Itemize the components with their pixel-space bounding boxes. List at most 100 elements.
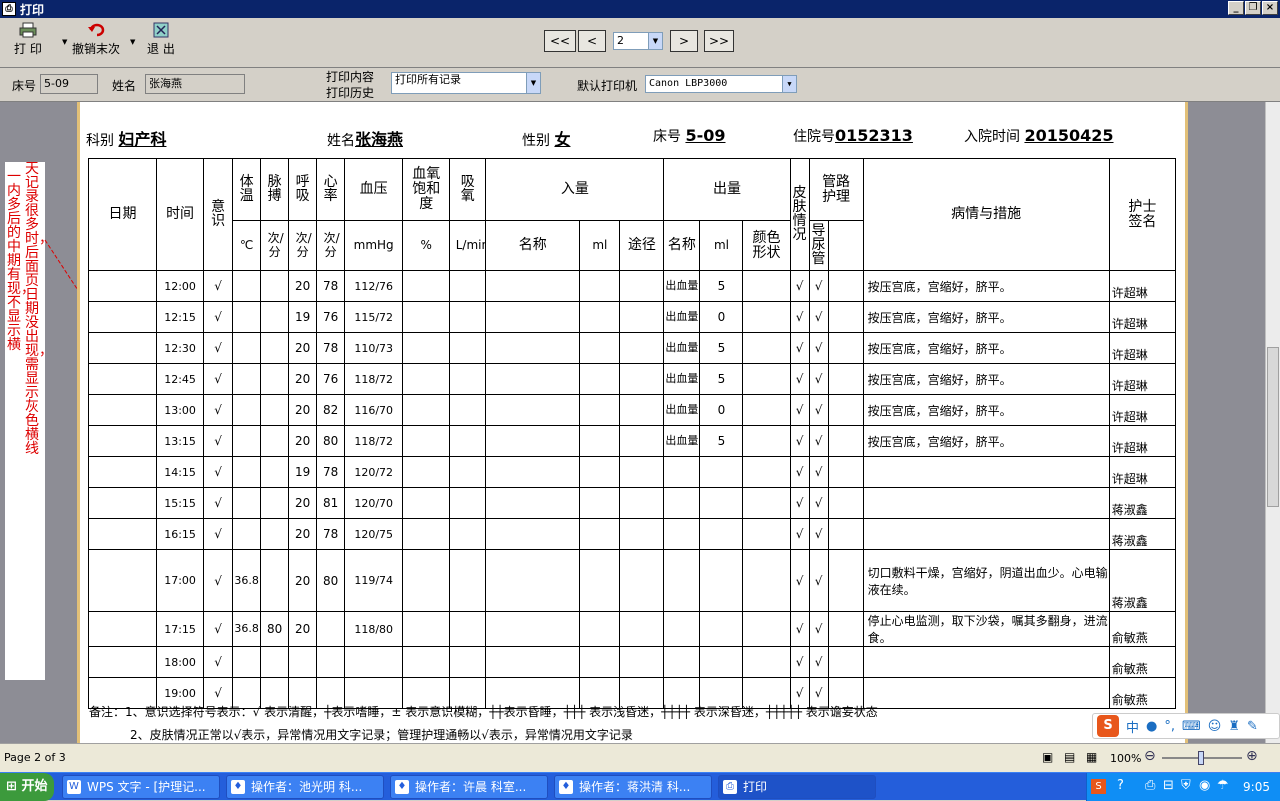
cell-hr: 78 <box>316 332 346 364</box>
cell-hr: 78 <box>316 270 346 302</box>
first-page-button[interactable]: << <box>544 30 576 52</box>
task-wps[interactable]: W WPS 文字 - [护理记... <box>62 775 220 799</box>
sex-value: 女 <box>554 130 571 149</box>
skin-icon[interactable]: ♜ <box>1228 719 1240 734</box>
next-page-button[interactable]: > <box>670 30 698 52</box>
name-field[interactable]: 张海燕 <box>145 74 245 94</box>
cell-catheter: √ <box>808 332 829 364</box>
cell-intake-route <box>619 518 665 550</box>
user-icon[interactable]: ☺ <box>1208 719 1222 734</box>
cell-output-ml: 0 <box>699 301 744 333</box>
task-operator-2[interactable]: ♦ 操作者：许晨 科室... <box>390 775 548 799</box>
cell-bp: 120/70 <box>344 487 404 519</box>
cell-output-color <box>742 646 791 678</box>
bed-field[interactable]: 5-09 <box>40 74 98 94</box>
footnote-1: 备注：1、意识选择符号表示：√ 表示清醒，┼表示嗜睡，± 表示意识模糊，┼┼表示… <box>89 705 878 719</box>
shield-icon[interactable]: ⛨ <box>1181 778 1191 793</box>
sogou-logo-icon[interactable]: S <box>1097 715 1119 737</box>
cell-intake-ml <box>579 394 621 426</box>
col-spo2: 血氧饱和度 <box>402 158 451 221</box>
ime-toolbar[interactable]: S 中 ● °, ⌨ ☺ ♜ ✎ <box>1092 713 1280 739</box>
col-temp: 体温 <box>232 158 262 221</box>
cell-o2 <box>449 518 487 550</box>
cell-blank <box>827 646 864 678</box>
admit-time-label: 入院时间 <box>964 129 1020 145</box>
cell-time: 12:45 <box>156 363 205 395</box>
prev-page-button[interactable]: < <box>578 30 606 52</box>
cell-resp: 20 <box>288 611 318 647</box>
table-row: 14:15 √ 19 78 120/72 √ √ 许超琳 <box>87 456 1177 488</box>
annotation-text-secondary: 一内多后的中期有现，不显示横 <box>7 169 35 353</box>
keyboard-icon[interactable]: ⌨ <box>1182 719 1201 734</box>
punctuation-icon[interactable]: °, <box>1164 719 1175 734</box>
print-button[interactable]: 打 印 <box>14 22 42 57</box>
multi-page-icon[interactable]: ▦ <box>1086 750 1097 764</box>
printer-select[interactable]: Canon LBP3000 ▼ <box>645 75 797 93</box>
chevron-down-icon[interactable]: ▼ <box>648 33 662 49</box>
scroll-thumb[interactable] <box>1267 347 1279 507</box>
task-operator-3[interactable]: ♦ 操作者：蒋洪清 科... <box>554 775 712 799</box>
fit-page-icon[interactable]: ▣ <box>1042 750 1053 764</box>
admit-time-value: 20150425 <box>1024 126 1114 145</box>
col-intake-name: 名称 <box>485 220 581 271</box>
help-icon[interactable]: ? <box>1117 778 1124 793</box>
print-preview-area[interactable]: 天记录很多时，后面页日期没出现，需显示灰色横线 一内多后的中期有现，不显示横 科… <box>0 102 1265 743</box>
cell-intake-route <box>619 363 665 395</box>
task-operator-1-label: 操作者：池光明 科... <box>251 780 363 794</box>
cell-spo2 <box>402 549 451 612</box>
page-select[interactable]: 2 ▼ <box>613 32 663 50</box>
undo-dropdown-icon[interactable]: ▼ <box>130 38 135 46</box>
col-intake-route: 途径 <box>619 220 665 271</box>
cell-resp: 20 <box>288 332 318 364</box>
start-button[interactable]: ⊞ 开始 <box>0 773 54 801</box>
antivirus-icon[interactable]: ◉ <box>1199 778 1210 793</box>
printer-tray-icon[interactable]: ⎙ <box>1145 778 1155 793</box>
system-tray: S ? ⎙ ⊟ ⛨ ◉ ☂ 9:05 <box>1086 773 1280 801</box>
cell-conscious: √ <box>203 363 234 395</box>
network-icon[interactable]: ⊟ <box>1163 778 1174 793</box>
last-page-button[interactable]: >> <box>704 30 734 52</box>
annotation-note: 天记录很多时，后面页日期没出现，需显示灰色横线 一内多后的中期有现，不显示横 <box>5 162 53 680</box>
bed-label: 床号 <box>12 79 37 93</box>
footnote-2: 2、皮肤情况正常以√表示，异常情况用文字记录；管理护理通畅以√表示，异常情况用文… <box>130 728 633 742</box>
cell-intake-name <box>485 487 581 519</box>
restore-button[interactable]: ❐ <box>1245 1 1261 15</box>
print-content-select[interactable]: 打印所有记录 ▼ <box>391 72 541 94</box>
cell-catheter: √ <box>808 518 829 550</box>
umbrella-icon[interactable]: ☂ <box>1217 778 1229 793</box>
cell-skin: √ <box>789 363 810 395</box>
vertical-scrollbar[interactable] <box>1265 102 1280 743</box>
task-print[interactable]: ⎙ 打印 <box>718 775 876 799</box>
col-o2-text: 吸氧 <box>460 174 475 204</box>
single-page-icon[interactable]: ▤ <box>1064 750 1075 764</box>
chevron-down-icon[interactable]: ▼ <box>782 76 796 92</box>
undo-last-button[interactable]: 撤销末次 <box>72 22 120 57</box>
col-pulse: 脉搏 <box>260 158 290 221</box>
minimize-button[interactable]: _ <box>1228 1 1244 15</box>
sogou-tray-icon[interactable]: S <box>1091 779 1106 794</box>
close-button[interactable]: × <box>1262 1 1278 15</box>
moon-icon[interactable]: ● <box>1146 719 1157 734</box>
cell-o2 <box>449 332 487 364</box>
print-dropdown-icon[interactable]: ▼ <box>62 38 67 46</box>
patient-info-bar: 床号 5-09 姓名 张海燕 打印内容 打印历史 打印所有记录 ▼ 默认打印机 … <box>0 68 1280 102</box>
undo-last-label: 撤销末次 <box>72 42 121 56</box>
table-row: 12:45 √ 20 76 118/72 出血量 5 √ √ 按压宫底，宫缩好，脐平。 许超琳 <box>87 363 1177 395</box>
zoom-in-icon[interactable]: ⊕ <box>1246 748 1258 764</box>
cell-intake-route <box>619 425 665 457</box>
wrench-icon[interactable]: ✎ <box>1247 719 1258 734</box>
cell-output-color <box>742 611 791 647</box>
cell-intake-name <box>485 518 581 550</box>
task-operator-1[interactable]: ♦ 操作者：池光明 科... <box>226 775 384 799</box>
cell-pulse <box>260 518 290 550</box>
cell-intake-route <box>619 456 665 488</box>
zoom-out-icon[interactable]: ⊖ <box>1144 748 1156 764</box>
zoom-slider-thumb[interactable] <box>1198 751 1204 765</box>
cell-condition <box>862 487 1110 519</box>
cell-intake-name <box>485 456 581 488</box>
ime-mode[interactable]: 中 <box>1126 717 1139 736</box>
chevron-down-icon[interactable]: ▼ <box>526 73 540 93</box>
cell-temp <box>232 518 262 550</box>
cell-catheter: √ <box>808 611 829 647</box>
exit-button[interactable]: 退 出 <box>147 22 175 57</box>
